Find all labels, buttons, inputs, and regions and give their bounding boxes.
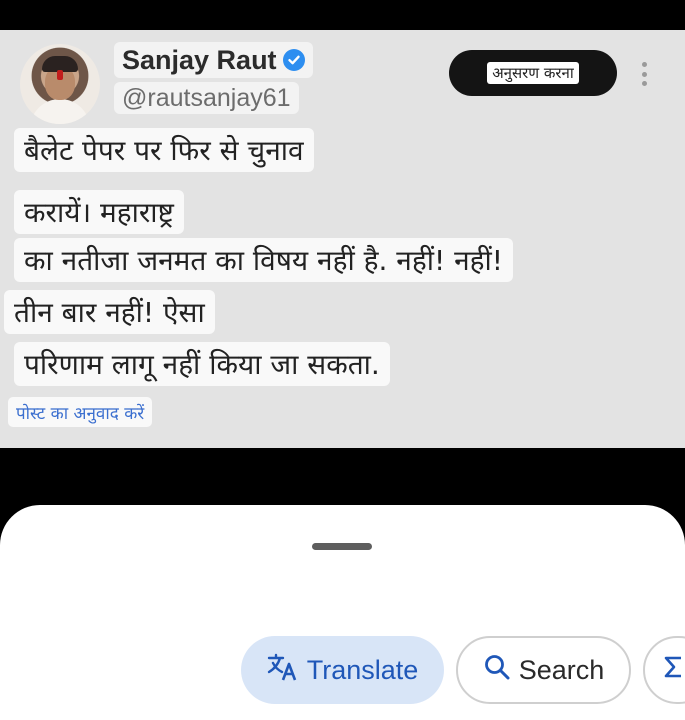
tweet-text-line: तीन बार नहीं! ऐसा	[4, 290, 215, 334]
tweet-text-line: परिणाम लागू नहीं किया जा सकता.	[14, 342, 390, 386]
tweet-text-line: बैलेट पेपर पर फिर से चुनाव	[14, 128, 314, 172]
author-name: Sanjay Raut	[122, 44, 277, 75]
translate-post-link[interactable]: पोस्ट का अनुवाद करें	[8, 397, 153, 427]
partial-chip[interactable]	[643, 636, 685, 704]
translate-icon	[267, 652, 299, 689]
author-name-box[interactable]: Sanjay Raut	[114, 42, 313, 78]
search-icon	[483, 653, 511, 688]
top-black-bar	[0, 0, 685, 30]
search-chip[interactable]: Search	[456, 636, 631, 704]
translate-chip[interactable]: Translate	[241, 636, 444, 704]
bottom-sheet: Translate Search	[0, 505, 685, 720]
follow-button[interactable]: अनुसरण करना	[449, 50, 617, 96]
sheet-drag-handle[interactable]	[312, 543, 372, 550]
search-chip-label: Search	[518, 654, 605, 685]
author-handle[interactable]: @rautsanjay61	[114, 82, 299, 114]
follow-button-label: अनुसरण करना	[487, 62, 579, 84]
avatar[interactable]	[20, 44, 100, 124]
tweet-text-line: करायें। महाराष्ट्र	[14, 190, 184, 234]
translate-chip-label: Translate	[306, 654, 419, 685]
tweet-text-line: का नतीजा जनमत का विषय नहीं है. नहीं! नही…	[14, 238, 513, 282]
verified-badge-icon	[282, 49, 305, 71]
tweet-card: Sanjay Raut @rautsanjay61 अनुसरण करना बै…	[0, 30, 685, 448]
more-vertical-icon[interactable]	[632, 58, 656, 90]
partial-chip-icon	[661, 652, 685, 689]
